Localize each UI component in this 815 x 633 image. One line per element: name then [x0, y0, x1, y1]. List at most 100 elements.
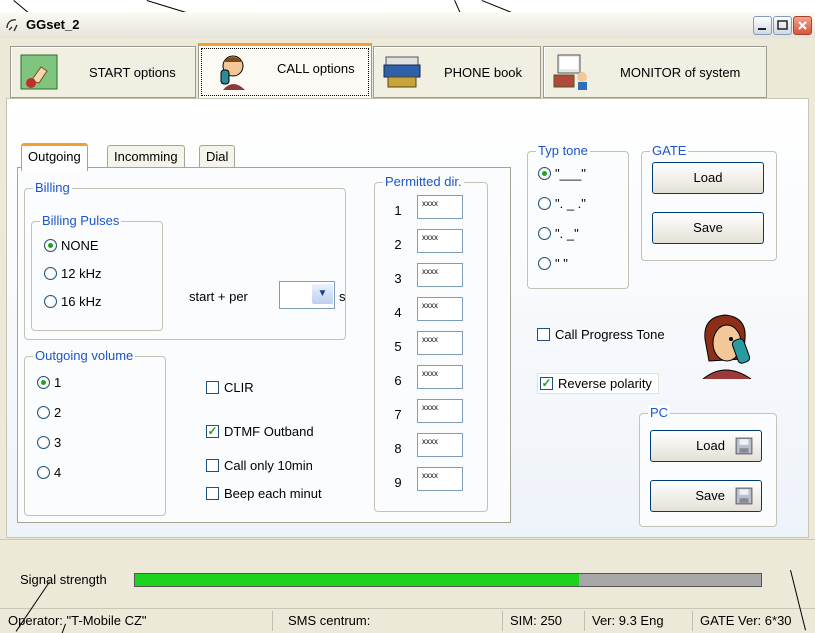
- hand-pointer-icon: [20, 54, 58, 90]
- permitted-number: 4: [394, 305, 402, 320]
- maximize-button[interactable]: [773, 16, 792, 35]
- permitted-input[interactable]: xxxx: [417, 433, 463, 457]
- billing-12khz-radio[interactable]: 12 kHz: [44, 266, 101, 281]
- checkbox-indicator: ✓: [540, 376, 553, 390]
- tab-incomming[interactable]: Incomming: [107, 145, 185, 168]
- start-options-button[interactable]: START options: [10, 46, 196, 98]
- call-options-button[interactable]: CALL options: [198, 43, 372, 99]
- permitted-input[interactable]: xxxx: [417, 263, 463, 287]
- beep-each-minut-checkbox[interactable]: Beep each minut: [206, 486, 322, 501]
- radio-indicator: [37, 466, 50, 479]
- chevron-down-icon[interactable]: ▼: [312, 284, 333, 304]
- radio-indicator: [37, 436, 50, 449]
- permitted-input[interactable]: xxxx: [417, 467, 463, 491]
- volume-3-radio[interactable]: 3: [37, 435, 61, 450]
- checkbox-indicator: [206, 381, 219, 394]
- monitor-of-system-label: MONITOR of system: [620, 65, 741, 80]
- status-divider: [692, 611, 693, 631]
- start-per-select[interactable]: ▼: [279, 281, 335, 309]
- radio-label: NONE: [61, 238, 99, 253]
- permitted-dir-group: Permitted dir. 1 xxxx 2 xxxx 3 xxxx 4 xx…: [374, 174, 488, 512]
- tone-pattern-3-radio[interactable]: ". _": [538, 226, 579, 241]
- reverse-polarity-checkbox[interactable]: ✓ Reverse polarity: [537, 373, 659, 394]
- signal-strength-fill: [135, 574, 580, 586]
- pc-load-button[interactable]: Load: [650, 430, 762, 462]
- clir-checkbox[interactable]: CLIR: [206, 380, 254, 395]
- title-bar: GGset_2: [0, 12, 815, 39]
- dtmf-outband-checkbox[interactable]: ✓ DTMF Outband: [206, 424, 314, 439]
- typ-tone-group: Typ tone "___" ". _ ." ". _" " ": [527, 143, 629, 289]
- permitted-input[interactable]: xxxx: [417, 365, 463, 389]
- permitted-number: 9: [394, 475, 402, 490]
- tab-dial[interactable]: Dial: [199, 145, 236, 168]
- version-status: Ver: 9.3 Eng: [592, 613, 664, 628]
- close-button[interactable]: [793, 16, 812, 35]
- phone-book-button[interactable]: PHONE book: [373, 46, 541, 98]
- radio-label: 16 kHz: [61, 294, 102, 309]
- outgoing-tab-body: Billing Billing Pulses NONE 12 kHz 16 kH…: [17, 167, 511, 523]
- outgoing-tab-container: Outgoing Incomming Dial Billing Billing …: [17, 143, 511, 529]
- gate-load-button[interactable]: Load: [652, 162, 764, 194]
- outgoing-volume-group: Outgoing volume 1 2 3 4: [24, 348, 166, 516]
- radio-indicator: [44, 295, 57, 308]
- radio-label: ". _": [555, 226, 579, 241]
- gate-save-button[interactable]: Save: [652, 212, 764, 244]
- permitted-input[interactable]: xxxx: [417, 331, 463, 355]
- status-divider: [272, 611, 273, 631]
- radio-indicator: [538, 257, 551, 270]
- start-per-unit: s: [339, 289, 346, 304]
- radio-label: " ": [555, 256, 568, 271]
- person-phone-icon: [220, 55, 245, 90]
- gate-legend: GATE: [650, 143, 689, 158]
- call-only-10min-checkbox[interactable]: Call only 10min: [206, 458, 313, 473]
- radio-indicator: [44, 267, 57, 280]
- monitor-of-system-button[interactable]: MONITOR of system: [543, 46, 767, 98]
- checkbox-label: Call only 10min: [224, 458, 313, 473]
- tone-pattern-2-radio[interactable]: ". _ .": [538, 196, 586, 211]
- sim-status: SIM: 250: [510, 613, 563, 628]
- radio-label: ". _ .": [555, 196, 586, 211]
- radio-indicator: [37, 376, 50, 389]
- permitted-number: 7: [394, 407, 402, 422]
- volume-4-radio[interactable]: 4: [37, 465, 61, 480]
- start-options-label: START options: [89, 65, 176, 80]
- separator: [0, 539, 815, 540]
- permitted-input[interactable]: xxxx: [417, 229, 463, 253]
- call-options-panel: Outgoing Incomming Dial Billing Billing …: [6, 98, 809, 538]
- billing-16khz-radio[interactable]: 16 kHz: [44, 294, 101, 309]
- radio-indicator: [37, 406, 50, 419]
- checkbox-indicator: [206, 459, 219, 472]
- gate-group: GATE Load Save: [641, 143, 777, 261]
- status-divider: [502, 611, 503, 631]
- status-bar: Operator: "T-Mobile CZ" SMS centrum: SIM…: [0, 608, 815, 633]
- tone-none-radio[interactable]: " ": [538, 256, 568, 271]
- volume-2-radio[interactable]: 2: [37, 405, 61, 420]
- permitted-input[interactable]: xxxx: [417, 399, 463, 423]
- billing-pulses-legend: Billing Pulses: [40, 213, 122, 228]
- minimize-button[interactable]: [753, 16, 772, 35]
- permitted-dir-legend: Permitted dir.: [383, 174, 464, 189]
- call-progress-tone-checkbox[interactable]: Call Progress Tone: [537, 327, 665, 342]
- permitted-number: 5: [394, 339, 402, 354]
- volume-1-radio[interactable]: 1: [37, 375, 61, 390]
- phone-book-icon: [383, 56, 421, 88]
- typ-tone-legend: Typ tone: [536, 143, 590, 158]
- permitted-input[interactable]: xxxx: [417, 195, 463, 219]
- gate-version-status: GATE Ver: 6*30: [700, 613, 792, 628]
- tone-continuous-radio[interactable]: "___": [538, 166, 586, 181]
- radio-label: 1: [54, 375, 62, 390]
- permitted-number: 8: [394, 441, 402, 456]
- pc-save-button[interactable]: Save: [650, 480, 762, 512]
- radio-indicator: [538, 227, 551, 240]
- permitted-input[interactable]: xxxx: [417, 297, 463, 321]
- billing-none-radio[interactable]: NONE: [44, 238, 99, 253]
- window-title: GGset_2: [26, 17, 80, 32]
- signal-strength-bar: [134, 573, 762, 587]
- checkbox-label: Reverse polarity: [558, 376, 652, 391]
- billing-group: Billing Billing Pulses NONE 12 kHz 16 kH…: [24, 180, 346, 340]
- start-per-label: start + per: [189, 289, 248, 304]
- phone-icon: [6, 19, 18, 32]
- checkbox-label: Beep each minut: [224, 486, 322, 501]
- tab-outgoing[interactable]: Outgoing: [21, 143, 88, 171]
- pc-group: PC Load Save: [639, 405, 777, 527]
